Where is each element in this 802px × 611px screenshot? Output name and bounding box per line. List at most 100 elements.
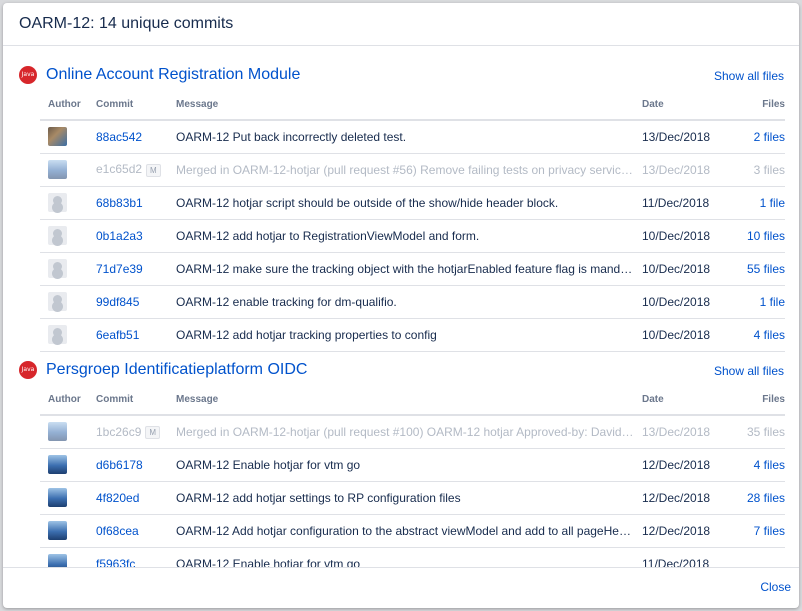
merge-badge: M <box>145 425 161 439</box>
table-header-row: Author Commit Message Date Files <box>40 90 785 121</box>
changed-files-link[interactable]: 1 file <box>760 295 785 309</box>
author-cell <box>40 547 96 567</box>
changed-files-link[interactable]: 3 files <box>754 163 785 177</box>
commit-hash-link[interactable]: 68b83b1 <box>96 196 143 210</box>
repository-section: Java Online Account Registration Module Sh… <box>3 58 799 352</box>
author-cell <box>40 219 96 253</box>
commit-column-header: Commit <box>96 90 176 121</box>
files-cell: 1 file <box>740 285 785 319</box>
commit-message: OARM-12 Add hotjar configuration to the … <box>176 514 642 548</box>
table-header-row: Author Commit Message Date Files <box>40 385 785 416</box>
commit-hash-link[interactable]: 4f820ed <box>96 491 139 505</box>
commit-row: f5963fc OARM-12 Enable hotjar for vtm go 1… <box>40 547 785 567</box>
commit-cell: 0f68cea <box>96 514 176 548</box>
changed-files-link[interactable]: 35 files <box>747 425 785 439</box>
commit-hash-link[interactable]: 6eafb51 <box>96 328 139 342</box>
commit-message: OARM-12 add hotjar settings to RP config… <box>176 481 642 515</box>
commit-cell: f5963fc <box>96 547 176 567</box>
commit-message: OARM-12 add hotjar to RegistrationViewMo… <box>176 219 642 253</box>
author-avatar[interactable] <box>48 292 67 311</box>
author-avatar[interactable] <box>48 422 67 442</box>
changed-files-link[interactable]: 1 file <box>760 196 785 210</box>
author-avatar[interactable] <box>48 193 67 212</box>
repository-name[interactable]: Persgroep Identificatieplatform OIDC <box>46 361 307 379</box>
commit-row: 71d7e39 OARM-12 make sure the tracking ob… <box>40 252 785 286</box>
commit-hash-link[interactable]: 0f68cea <box>96 524 139 538</box>
author-cell <box>40 415 96 449</box>
commit-hash-link[interactable]: 99df845 <box>96 295 139 309</box>
changed-files-link[interactable]: 4 files <box>754 458 785 472</box>
commit-date: 13/Dec/2018 <box>642 415 740 449</box>
date-column-header: Date <box>642 90 740 121</box>
files-cell: 10 files <box>740 219 785 253</box>
author-avatar[interactable] <box>48 488 67 507</box>
commit-row: 88ac542 OARM-12 Put back incorrectly dele… <box>40 120 785 154</box>
commit-hash-link[interactable]: 88ac542 <box>96 130 142 144</box>
author-avatar[interactable] <box>48 521 67 540</box>
repository-header: Java Persgroep Identificatieplatform OIDC… <box>3 353 799 385</box>
dialog-footer: Close <box>3 567 799 608</box>
author-avatar[interactable] <box>48 160 67 179</box>
commit-row: 68b83b1 OARM-12 hotjar script should be o… <box>40 186 785 220</box>
changed-files-link[interactable]: 4 files <box>754 328 785 342</box>
close-button[interactable]: Close <box>760 580 791 594</box>
show-all-files-link[interactable]: Show all files <box>714 364 784 378</box>
commit-row: 0f68cea OARM-12 Add hotjar configuration … <box>40 514 785 548</box>
message-column-header: Message <box>176 385 642 416</box>
commits-table: Author Commit Message Date Files 88ac542 OARM-… <box>40 90 785 352</box>
commit-message: OARM-12 hotjar script should be outside … <box>176 186 642 220</box>
commit-message: OARM-12 add hotjar tracking properties t… <box>176 318 642 352</box>
author-cell <box>40 153 96 187</box>
author-avatar[interactable] <box>48 259 67 278</box>
author-avatar[interactable] <box>48 226 67 245</box>
commit-cell: 4f820ed <box>96 481 176 515</box>
dialog-body[interactable]: Java Online Account Registration Module Sh… <box>3 47 799 567</box>
commit-row: 99df845 OARM-12 enable tracking for dm-qu… <box>40 285 785 319</box>
commit-cell: d6b6178 <box>96 448 176 482</box>
commit-hash-link[interactable]: e1c65d2 <box>96 162 142 176</box>
commit-message: OARM-12 Enable hotjar for vtm go <box>176 547 642 567</box>
commit-hash-link[interactable]: d6b6178 <box>96 458 143 472</box>
author-cell <box>40 448 96 482</box>
commit-cell: 88ac542 <box>96 120 176 154</box>
commit-cell: e1c65d2 M <box>96 153 176 187</box>
files-cell: 28 files <box>740 481 785 515</box>
commit-message: OARM-12 enable tracking for dm-qualifio. <box>176 285 642 319</box>
changed-files-link[interactable]: 10 files <box>747 229 785 243</box>
repository-name[interactable]: Online Account Registration Module <box>46 66 300 84</box>
commits-dialog: OARM-12: 14 unique commits Java Online Ac… <box>3 3 799 608</box>
author-avatar[interactable] <box>48 127 67 147</box>
commit-date: 11/Dec/2018 <box>642 186 740 220</box>
author-cell <box>40 514 96 548</box>
message-column-header: Message <box>176 90 642 121</box>
changed-files-link[interactable]: 28 files <box>747 491 785 505</box>
files-cell: 2 files <box>740 120 785 154</box>
show-all-files-link[interactable]: Show all files <box>714 69 784 83</box>
commit-cell: 0b1a2a3 <box>96 219 176 253</box>
commit-hash-link[interactable]: 71d7e39 <box>96 262 143 276</box>
author-column-header: Author <box>40 385 96 416</box>
commit-date: 13/Dec/2018 <box>642 120 740 154</box>
merge-badge: M <box>146 163 161 177</box>
commit-hash-link[interactable]: 1bc26c9 <box>96 425 141 439</box>
java-icon: Java <box>19 361 37 379</box>
author-avatar[interactable] <box>48 554 67 567</box>
author-avatar[interactable] <box>48 455 67 474</box>
commit-hash-link[interactable]: f5963fc <box>96 557 135 568</box>
author-avatar[interactable] <box>48 325 67 344</box>
files-cell: 55 files <box>740 252 785 286</box>
author-cell <box>40 318 96 352</box>
files-column-header: Files <box>740 385 785 416</box>
commit-hash-link[interactable]: 0b1a2a3 <box>96 229 143 243</box>
author-cell <box>40 120 96 154</box>
author-cell <box>40 252 96 286</box>
commit-date: 13/Dec/2018 <box>642 153 740 187</box>
commit-date: 10/Dec/2018 <box>642 219 740 253</box>
commit-column-header: Commit <box>96 385 176 416</box>
changed-files-link[interactable]: 55 files <box>747 262 785 276</box>
changed-files-link[interactable]: 7 files <box>754 524 785 538</box>
commit-cell: 71d7e39 <box>96 252 176 286</box>
changed-files-link[interactable]: 2 files <box>754 130 785 144</box>
files-cell: 4 files <box>740 318 785 352</box>
commit-message: OARM-12 Enable hotjar for vtm go <box>176 448 642 482</box>
